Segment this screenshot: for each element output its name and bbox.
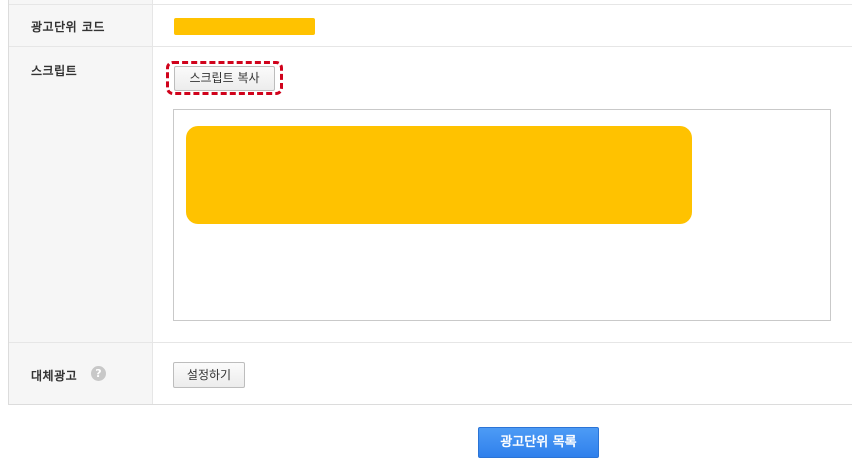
- row-divider: [9, 342, 852, 343]
- copy-script-button[interactable]: 스크립트 복사: [174, 66, 275, 91]
- script-label: 스크립트: [31, 64, 78, 78]
- script-content-redacted: [186, 126, 692, 224]
- label-column: [9, 0, 153, 404]
- ad-unit-code-redacted: [174, 18, 315, 35]
- row-divider: [9, 46, 852, 47]
- question-circle-icon[interactable]: ?: [91, 366, 106, 381]
- ad-unit-code-label: 광고단위 코드: [31, 20, 105, 34]
- fallback-setup-button[interactable]: 설정하기: [173, 362, 245, 388]
- ad-unit-list-button[interactable]: 광고단위 목록: [478, 427, 599, 458]
- row-divider: [9, 4, 852, 5]
- fallback-ad-label: 대체광고: [31, 369, 78, 383]
- script-textarea[interactable]: [173, 109, 831, 321]
